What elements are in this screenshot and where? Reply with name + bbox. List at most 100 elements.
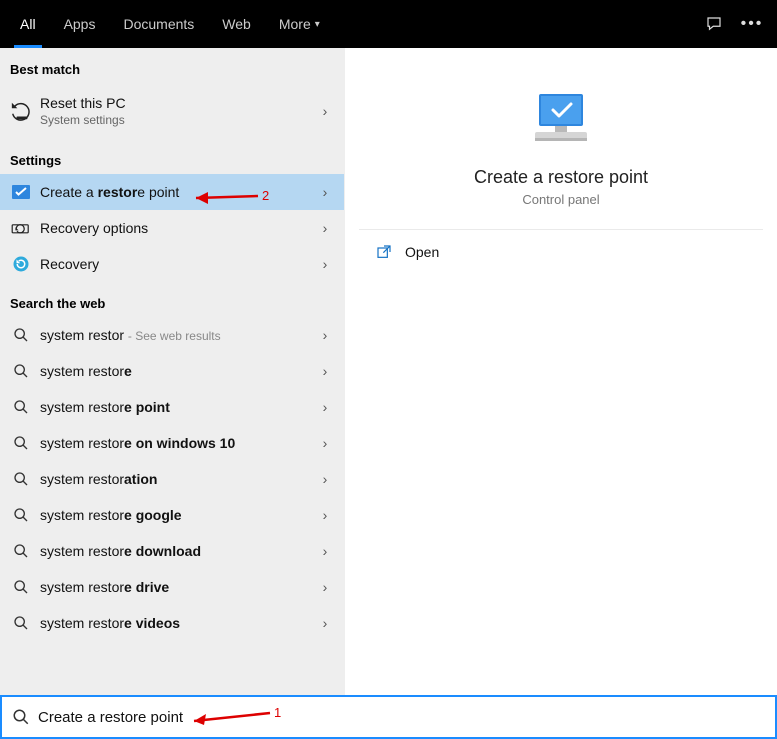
section-search-web: Search the web — [0, 282, 344, 317]
result-recovery[interactable]: Recovery › — [0, 246, 344, 282]
results-area: Best match Reset this PC System settings… — [0, 48, 777, 695]
preview-subtitle: Control panel — [522, 192, 599, 207]
search-icon — [10, 615, 32, 631]
section-settings: Settings — [0, 139, 344, 174]
chevron-right-icon[interactable]: › — [316, 256, 334, 272]
result-subtitle: System settings — [40, 113, 316, 127]
chevron-right-icon[interactable]: › — [316, 184, 334, 200]
web-result[interactable]: system restore videos › — [0, 605, 344, 641]
chevron-right-icon[interactable]: › — [316, 579, 334, 595]
tab-label: Apps — [64, 16, 96, 32]
monitor-checkmark-icon — [529, 92, 593, 153]
action-label: Open — [405, 244, 439, 260]
web-result[interactable]: system restoration › — [0, 461, 344, 497]
search-scope-tabbar: All Apps Documents Web More ▾ ••• — [0, 0, 777, 48]
text-bold: e google — [124, 507, 182, 523]
result-text: Recovery — [40, 256, 316, 272]
text-part: system restor — [40, 327, 124, 343]
preview-pane: Create a restore point Control panel Ope… — [345, 48, 777, 695]
tab-label: Web — [222, 16, 251, 32]
chat-icon — [705, 15, 723, 33]
preview-header: Create a restore point Control panel — [359, 62, 763, 230]
result-text: Reset this PC System settings — [40, 95, 316, 127]
result-text: Create a restore point — [40, 184, 316, 200]
chevron-right-icon[interactable]: › — [316, 507, 334, 523]
text-part: Recovery — [40, 256, 99, 272]
search-box[interactable] — [0, 695, 777, 739]
result-reset-this-pc[interactable]: Reset this PC System settings › — [0, 83, 344, 139]
web-result[interactable]: system restor - See web results › — [0, 317, 344, 353]
tab-documents[interactable]: Documents — [109, 0, 208, 48]
chevron-right-icon[interactable]: › — [316, 220, 334, 236]
result-create-restore-point[interactable]: Create a restore point › — [0, 174, 344, 210]
text-bold: e on windows 10 — [124, 435, 235, 451]
result-text: system restore videos — [40, 615, 316, 631]
control-panel-icon — [10, 185, 32, 199]
feedback-button[interactable] — [695, 0, 733, 48]
action-open[interactable]: Open — [359, 230, 763, 274]
result-text: system restore point — [40, 399, 316, 415]
web-result[interactable]: system restore › — [0, 353, 344, 389]
tab-label: Documents — [123, 16, 194, 32]
search-icon — [10, 399, 32, 415]
tab-all[interactable]: All — [6, 0, 50, 48]
text-part: system restor — [40, 363, 124, 379]
web-result[interactable]: system restore drive › — [0, 569, 344, 605]
tab-apps[interactable]: Apps — [50, 0, 110, 48]
results-list: Best match Reset this PC System settings… — [0, 48, 345, 695]
reset-pc-icon — [10, 100, 32, 122]
text-part: Recovery options — [40, 220, 148, 236]
chevron-right-icon[interactable]: › — [316, 327, 334, 343]
text-part: Create a — [40, 184, 98, 200]
text-bold: e drive — [124, 579, 169, 595]
chevron-down-icon: ▾ — [315, 19, 320, 30]
tab-web[interactable]: Web — [208, 0, 265, 48]
chevron-right-icon[interactable]: › — [316, 435, 334, 451]
search-icon — [10, 507, 32, 523]
web-result[interactable]: system restore on windows 10 › — [0, 425, 344, 461]
text-part: system restor — [40, 435, 124, 451]
text-part: system restor — [40, 615, 124, 631]
text-bold: e videos — [124, 615, 180, 631]
search-icon — [10, 543, 32, 559]
open-icon — [373, 244, 395, 260]
web-result[interactable]: system restore google › — [0, 497, 344, 533]
text-part: system restor — [40, 579, 124, 595]
chevron-right-icon[interactable]: › — [316, 615, 334, 631]
result-text: system restoration — [40, 471, 316, 487]
text-bold: ation — [124, 471, 157, 487]
search-icon — [10, 327, 32, 343]
chevron-right-icon[interactable]: › — [316, 399, 334, 415]
tab-label: All — [20, 16, 36, 32]
chevron-right-icon[interactable]: › — [316, 103, 334, 119]
tab-more[interactable]: More ▾ — [265, 0, 334, 48]
result-title: Reset this PC — [40, 95, 126, 111]
result-text: system restore download — [40, 543, 316, 559]
search-icon — [10, 435, 32, 451]
search-icon — [10, 471, 32, 487]
search-icon — [10, 708, 32, 726]
web-result[interactable]: system restore point › — [0, 389, 344, 425]
chevron-right-icon[interactable]: › — [316, 543, 334, 559]
result-recovery-options[interactable]: Recovery options › — [0, 210, 344, 246]
recovery-icon — [10, 255, 32, 273]
result-text: system restore — [40, 363, 316, 379]
recovery-options-icon — [10, 220, 32, 236]
result-text: system restor - See web results — [40, 327, 316, 343]
web-hint: - See web results — [128, 329, 221, 343]
result-text: system restore google — [40, 507, 316, 523]
tab-label: More — [279, 16, 311, 32]
web-result[interactable]: system restore download › — [0, 533, 344, 569]
search-input[interactable] — [38, 709, 767, 726]
text-part: system restor — [40, 471, 124, 487]
text-part: e point — [137, 184, 179, 200]
text-part: system restor — [40, 543, 124, 559]
preview-title: Create a restore point — [474, 167, 648, 188]
text-bold: e download — [124, 543, 201, 559]
chevron-right-icon[interactable]: › — [316, 471, 334, 487]
options-button[interactable]: ••• — [733, 0, 771, 48]
result-text: system restore drive — [40, 579, 316, 595]
text-part: system restor — [40, 507, 124, 523]
text-bold: e point — [124, 399, 170, 415]
chevron-right-icon[interactable]: › — [316, 363, 334, 379]
